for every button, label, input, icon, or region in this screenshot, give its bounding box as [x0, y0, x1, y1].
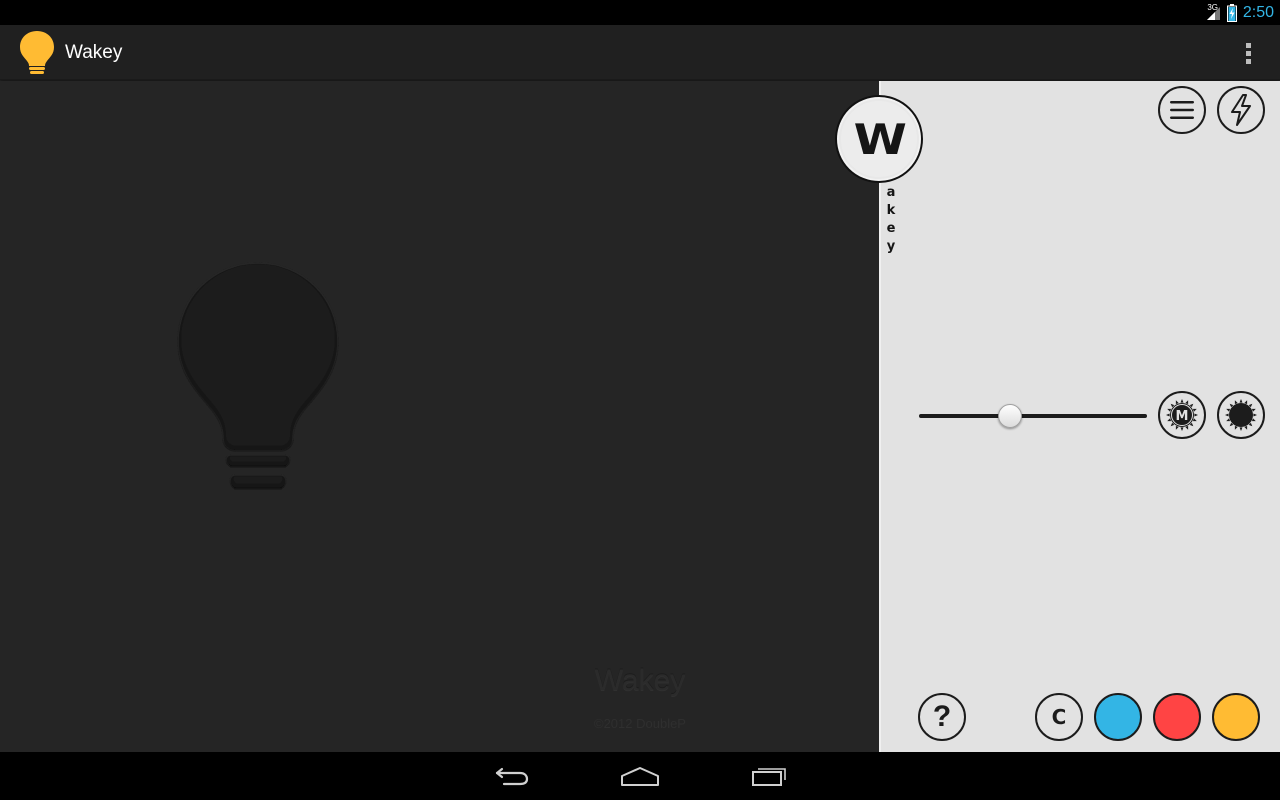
slider-thumb[interactable] [998, 404, 1023, 428]
gear-tooth [1251, 418, 1256, 422]
overflow-dot [1245, 58, 1251, 64]
color-red-button[interactable] [1153, 693, 1201, 741]
signal-icon [1206, 6, 1220, 20]
gear-tooth [1185, 400, 1189, 405]
control-panel: M ? C [879, 81, 1280, 752]
gear-tooth [1239, 427, 1243, 431]
logo-tail-letter: y [886, 239, 896, 254]
gear-tooth [1175, 425, 1179, 430]
gear-tooth [1234, 400, 1238, 405]
wakey-logo-tail: a k e y [884, 184, 898, 256]
action-bar: Wakey [0, 25, 1280, 80]
status-time: 2:50 [1242, 3, 1274, 21]
wakey-logo-letter: W [853, 114, 907, 164]
logo-tail-letter: k [886, 203, 896, 218]
wakey-logo[interactable]: W [835, 95, 923, 183]
help-label: ? [932, 700, 952, 733]
wakey-logo-inner: W [839, 99, 919, 179]
gear-tooth [1167, 418, 1172, 422]
gear-tooth [1180, 399, 1184, 403]
recents-icon [752, 768, 786, 786]
battery-charging-icon [1226, 3, 1237, 22]
max-brightness-icon [1225, 399, 1257, 431]
gear-tooth [1251, 408, 1256, 412]
help-button[interactable]: ? [918, 693, 966, 741]
gear-tooth [1226, 408, 1231, 412]
gear-tooth [1194, 413, 1198, 417]
gear-tooth [1225, 413, 1229, 417]
brightness-slider[interactable] [919, 401, 1147, 431]
about-copyright: ©2012 DoubleP [594, 716, 686, 731]
gear-tooth [1185, 425, 1189, 430]
lightbulb-icon[interactable] [18, 29, 56, 77]
max-brightness-button[interactable] [1217, 391, 1265, 439]
lightning-icon [1231, 94, 1251, 126]
color-yellow-button[interactable] [1212, 693, 1260, 741]
manual-brightness-icon: M [1166, 399, 1198, 431]
navigation-bar [0, 752, 1280, 800]
gear-tooth [1192, 408, 1197, 412]
screen: 3G 2:50 Wakey Wakey ©2012 DoubleP M ? C … [0, 0, 1280, 800]
logo-tail-letter: e [886, 221, 896, 236]
gear-tooth [1244, 400, 1248, 405]
overflow-dot [1245, 42, 1251, 48]
gear-tooth [1239, 399, 1243, 403]
light-area[interactable]: Wakey ©2012 DoubleP [0, 81, 879, 752]
gear-tooth [1234, 425, 1238, 430]
app-title: Wakey [65, 42, 123, 63]
custom-color-label: C [1051, 705, 1067, 729]
color-blue-button[interactable] [1094, 693, 1142, 741]
flash-button[interactable] [1217, 86, 1265, 134]
menu-lines-icon [1170, 101, 1194, 119]
back-button[interactable] [484, 760, 540, 792]
manual-label: M [1176, 409, 1189, 424]
gear-tooth [1166, 413, 1170, 417]
status-bar: 3G 2:50 [0, 0, 1280, 25]
back-icon [495, 767, 529, 786]
gear-tooth [1192, 418, 1197, 422]
recents-button[interactable] [741, 760, 797, 792]
overflow-menu-button[interactable] [1232, 35, 1264, 71]
custom-color-button[interactable]: C [1035, 693, 1083, 741]
home-button[interactable] [612, 760, 668, 792]
status-icons: 2:50 [1205, 0, 1274, 25]
gear-tooth [1253, 413, 1257, 417]
about-title: Wakey [594, 664, 686, 697]
home-icon [621, 767, 659, 786]
gear-tooth [1226, 418, 1231, 422]
manual-brightness-button[interactable]: M [1158, 391, 1206, 439]
overflow-dot [1245, 50, 1251, 56]
gear-tooth [1180, 427, 1184, 431]
gear-tooth [1167, 408, 1172, 412]
gear-tooth [1244, 425, 1248, 430]
logo-tail-letter: a [886, 185, 896, 200]
slider-track [919, 414, 1147, 418]
gear-tooth [1175, 400, 1179, 405]
lightbulb-icon[interactable] [175, 259, 341, 499]
menu-button[interactable] [1158, 86, 1206, 134]
